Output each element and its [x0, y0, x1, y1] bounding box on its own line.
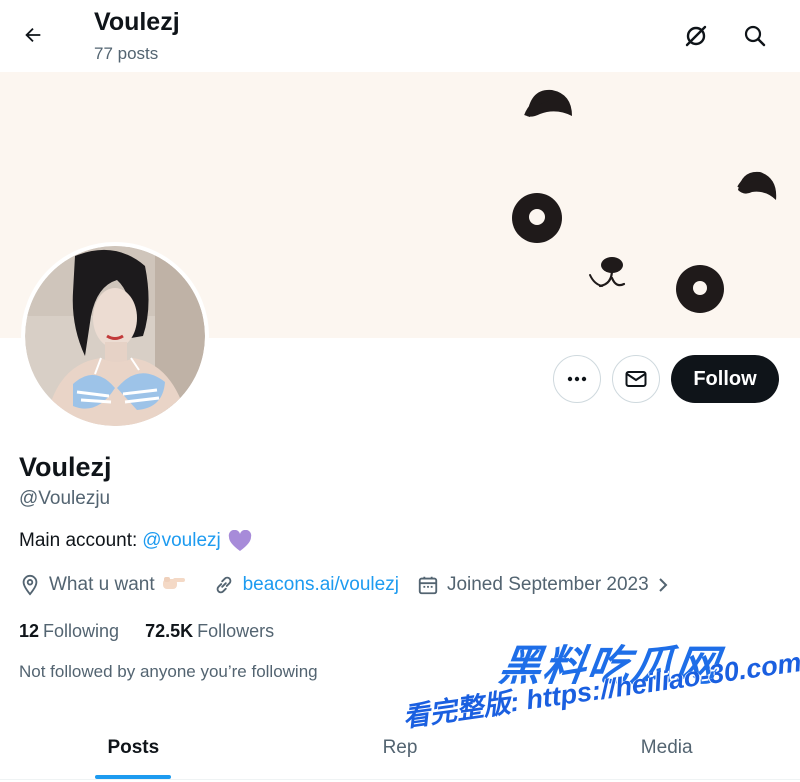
followers-count: 72.5K	[145, 621, 194, 641]
location-text: What u want	[49, 574, 155, 595]
grok-button[interactable]	[678, 18, 714, 54]
back-button[interactable]	[14, 16, 52, 54]
joined-date: Joined September 2023	[446, 574, 649, 595]
location-pin-icon	[22, 574, 38, 596]
profile-meta: What u want beacons.ai/voulezj Joined Se…	[19, 573, 679, 597]
followers-link[interactable]: 72.5K Followers	[145, 621, 274, 642]
location-item: What u want	[19, 573, 195, 597]
bio-text: Main account:	[19, 530, 138, 551]
tab-media[interactable]: Media	[533, 716, 800, 779]
calendar-icon	[418, 576, 438, 595]
message-button[interactable]	[612, 355, 660, 403]
pointing-finger-icon	[161, 573, 195, 597]
search-icon	[744, 25, 766, 47]
display-name: Voulezj	[19, 452, 112, 482]
not-followed-note: Not followed by anyone you’re following	[19, 662, 318, 681]
posts-count: 77 posts	[94, 44, 159, 63]
grok-icon	[685, 25, 707, 47]
follow-button[interactable]: Follow	[671, 355, 779, 403]
user-handle: @Voulezju	[19, 488, 111, 509]
link-icon	[216, 576, 231, 594]
tab-posts[interactable]: Posts	[0, 716, 267, 779]
following-link[interactable]: 12 Following	[19, 621, 119, 642]
more-button[interactable]	[553, 355, 601, 403]
avatar-photo	[25, 246, 205, 426]
profile-bio: Main account: @voulezj	[19, 530, 252, 552]
tab-replies[interactable]: Rep	[267, 716, 534, 779]
arrow-left-icon	[25, 27, 41, 43]
purple-heart-icon	[228, 530, 252, 552]
website-item: beacons.ai/voulezj	[213, 574, 399, 596]
watermark-title: 黑料吃瓜网	[496, 642, 723, 689]
joined-item[interactable]: Joined September 2023	[417, 574, 679, 596]
follow-counts: 12 Following 72.5K Followers	[19, 621, 300, 642]
header-title: Voulezj	[94, 8, 180, 36]
more-icon	[567, 376, 587, 382]
following-count: 12	[19, 621, 40, 641]
bio-mention-link[interactable]: @voulezj	[142, 530, 220, 552]
mail-icon	[625, 371, 647, 387]
profile-tabs: Posts Rep Media	[0, 716, 800, 780]
website-link[interactable]: beacons.ai/voulezj	[243, 574, 399, 596]
top-bar: Voulezj 77 posts	[0, 0, 800, 72]
followers-label: Followers	[197, 621, 275, 641]
search-button[interactable]	[737, 18, 773, 54]
chevron-right-icon	[658, 578, 668, 592]
following-label: Following	[43, 621, 120, 641]
profile-avatar[interactable]	[21, 242, 209, 430]
